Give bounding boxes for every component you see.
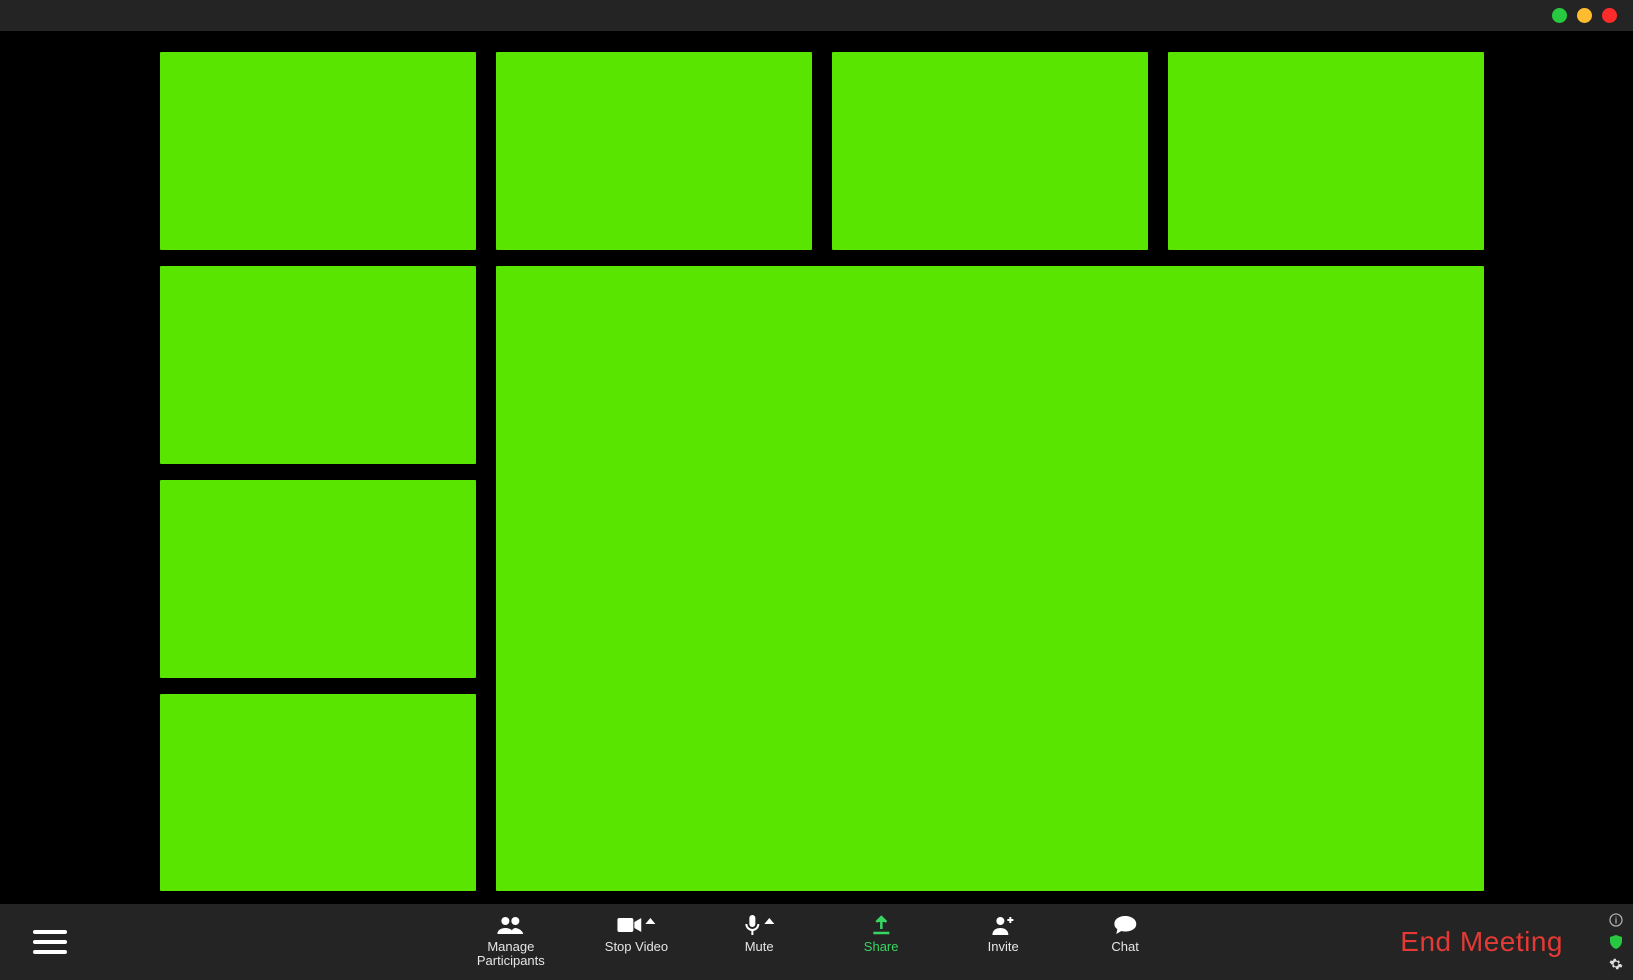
video-stage xyxy=(0,31,1633,904)
manage-participants-button[interactable]: Manage Participants xyxy=(477,914,545,969)
window-minimize-button[interactable] xyxy=(1552,8,1567,23)
toolbar: Manage Participants Stop Video xyxy=(0,904,1633,980)
chat-label: Chat xyxy=(1111,940,1138,954)
manage-participants-label: Manage Participants xyxy=(477,940,545,969)
chat-icon xyxy=(1114,916,1136,934)
share-label: Share xyxy=(864,940,899,954)
participants-icon xyxy=(498,916,524,934)
video-tile[interactable] xyxy=(159,479,477,679)
video-tile[interactable] xyxy=(831,51,1149,251)
video-tile-main[interactable] xyxy=(495,265,1485,892)
toolbar-side-icons xyxy=(1609,913,1623,971)
window-maximize-button[interactable] xyxy=(1577,8,1592,23)
video-tile[interactable] xyxy=(495,51,813,251)
microphone-icon xyxy=(744,915,760,935)
gear-icon[interactable] xyxy=(1609,957,1623,971)
video-icon xyxy=(617,917,641,933)
mute-button[interactable]: Mute xyxy=(728,914,790,954)
hamburger-icon xyxy=(33,930,67,954)
video-tile[interactable] xyxy=(159,693,477,892)
invite-label: Invite xyxy=(988,940,1019,954)
shield-icon[interactable] xyxy=(1609,935,1623,949)
chat-button[interactable]: Chat xyxy=(1094,914,1156,954)
chevron-up-icon xyxy=(645,918,655,924)
share-icon xyxy=(871,915,891,935)
video-tile[interactable] xyxy=(159,51,477,251)
end-meeting-button[interactable]: End Meeting xyxy=(1400,926,1563,958)
window-close-button[interactable] xyxy=(1602,8,1617,23)
stop-video-button[interactable]: Stop Video xyxy=(605,914,668,954)
chevron-up-icon xyxy=(764,918,774,924)
stop-video-label: Stop Video xyxy=(605,940,668,954)
share-button[interactable]: Share xyxy=(850,914,912,954)
invite-button[interactable]: Invite xyxy=(972,914,1034,954)
toolbar-controls: Manage Participants Stop Video xyxy=(477,904,1156,980)
menu-button[interactable] xyxy=(0,904,100,980)
mute-label: Mute xyxy=(745,940,774,954)
invite-icon xyxy=(992,915,1014,935)
info-icon[interactable] xyxy=(1609,913,1623,927)
video-tile[interactable] xyxy=(1167,51,1485,251)
titlebar xyxy=(0,0,1633,31)
video-tile[interactable] xyxy=(159,265,477,465)
